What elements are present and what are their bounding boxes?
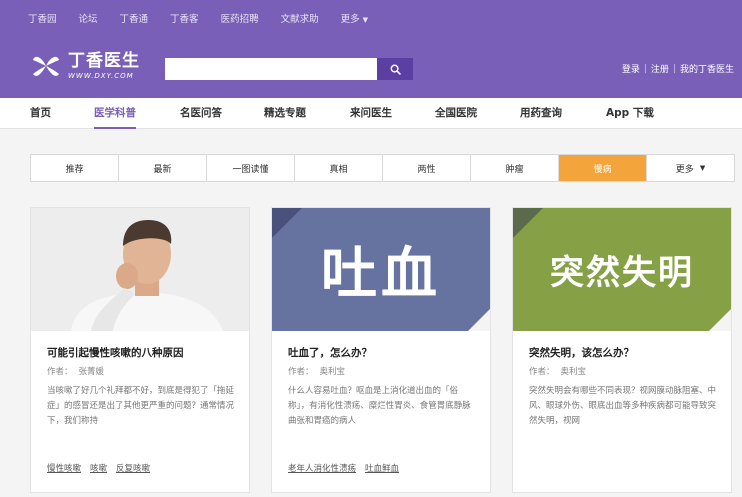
page-curl xyxy=(709,309,731,331)
article-tags: 老年人消化性溃疡 吐血鲜血 xyxy=(288,462,399,474)
login-link[interactable]: 登录 xyxy=(622,62,640,75)
nav-home[interactable]: 首页 xyxy=(30,98,51,129)
page-curl xyxy=(468,309,490,331)
author-name: 奥利宝 xyxy=(560,367,587,377)
banner-text: 吐血 xyxy=(321,242,441,307)
site-logo[interactable]: 丁香医生 WWW.DXY.COM xyxy=(30,50,140,82)
article-card[interactable]: 吐血 吐血了，怎么办？ 作者： 奥利宝 什么人容易吐血？呕血是上消化道出血的「俗称… xyxy=(271,207,491,493)
chevron-down-icon: ▼ xyxy=(699,164,706,172)
article-title[interactable]: 突然失明，该怎么办？ xyxy=(529,345,634,360)
tab-truth[interactable]: 真相 xyxy=(295,155,383,181)
author-name: 奥利宝 xyxy=(319,367,346,377)
topnav-literature[interactable]: 文献求助 xyxy=(281,11,319,25)
article-author: 作者： 奥利宝 xyxy=(529,365,586,377)
tab-tumor[interactable]: 肿瘤 xyxy=(471,155,559,181)
nav-hospitals[interactable]: 全国医院 xyxy=(435,98,477,129)
article-card[interactable]: 可能引起慢性咳嗽的八种原因 作者： 张菁媛 当咳嗽了好几个礼拜都不好，到底是得犯了… xyxy=(30,207,250,493)
nav-medical-science[interactable]: 医学科普 xyxy=(94,98,136,129)
nav-doctor-qa[interactable]: 名医问答 xyxy=(180,98,222,129)
topnav-dxy[interactable]: 丁香园 xyxy=(28,11,57,25)
article-image xyxy=(31,208,249,331)
author-name: 张菁媛 xyxy=(78,367,105,377)
banner-corner xyxy=(272,208,302,238)
topnav-more[interactable]: 更多 ▼ xyxy=(341,11,368,25)
nav-ask-doctor[interactable]: 来问医生 xyxy=(350,98,392,129)
nav-app-download[interactable]: App 下载 xyxy=(606,98,654,129)
tab-infographic[interactable]: 一图读懂 xyxy=(207,155,295,181)
top-nav: 丁香园 论坛 丁香通 丁香客 医药招聘 文献求助 更多 ▼ xyxy=(28,0,368,36)
tab-more[interactable]: 更多 ▼ xyxy=(647,155,734,181)
article-author: 作者： 张菁媛 xyxy=(47,365,104,377)
divider: | xyxy=(643,63,647,74)
tab-sexual-health[interactable]: 两性 xyxy=(383,155,471,181)
tab-recommended[interactable]: 推荐 xyxy=(31,155,119,181)
top-bar: 丁香园 论坛 丁香通 丁香客 医药招聘 文献求助 更多 ▼ xyxy=(0,0,742,36)
my-dxy-link[interactable]: 我的丁香医生 xyxy=(680,62,734,75)
article-title[interactable]: 吐血了，怎么办？ xyxy=(288,345,372,360)
topnav-more-label: 更多 xyxy=(340,14,360,25)
article-summary: 什么人容易吐血？呕血是上消化道出血的「俗称」，有消化性溃疡、糜烂性胃炎、食管胃底… xyxy=(288,386,471,426)
tag-link[interactable]: 老年人消化性溃疡 xyxy=(288,462,356,474)
tab-chronic-disease[interactable]: 慢病 xyxy=(559,155,647,181)
author-label: 作者： xyxy=(47,367,73,377)
topnav-forum[interactable]: 论坛 xyxy=(79,11,98,25)
site-header: 丁香医生 WWW.DXY.COM 登录 | 注册 | 我的丁香医生 xyxy=(0,36,742,98)
search-icon xyxy=(390,64,401,75)
article-banner: 吐血 xyxy=(272,208,490,331)
category-tabs: 推荐 最新 一图读懂 真相 两性 肿瘤 慢病 更多 ▼ xyxy=(30,154,735,182)
account-links: 登录 | 注册 | 我的丁香医生 xyxy=(622,62,734,76)
divider: | xyxy=(672,63,676,74)
logo-url: WWW.DXY.COM xyxy=(68,72,134,80)
tab-latest[interactable]: 最新 xyxy=(119,155,207,181)
register-link[interactable]: 注册 xyxy=(651,62,669,75)
clove-logo-icon xyxy=(33,56,59,76)
topnav-jobs[interactable]: 医药招聘 xyxy=(221,11,259,25)
tag-link[interactable]: 反复咳嗽 xyxy=(116,462,150,474)
author-label: 作者： xyxy=(529,367,555,377)
article-summary: 当咳嗽了好几个礼拜都不好，到底是得犯了「拖延症」的感冒还是出了其他更严重的问题？… xyxy=(47,386,235,426)
article-banner: 突然失明 xyxy=(513,208,731,331)
banner-text: 突然失明 xyxy=(550,253,694,293)
tag-link[interactable]: 咳嗽 xyxy=(90,462,107,474)
nav-drug-query[interactable]: 用药查询 xyxy=(520,98,562,129)
chevron-down-icon: ▼ xyxy=(362,16,368,24)
search-button[interactable] xyxy=(377,58,413,80)
banner-corner xyxy=(513,208,543,238)
article-author: 作者： 奥利宝 xyxy=(288,365,345,377)
topnav-dxt[interactable]: 丁香通 xyxy=(120,11,149,25)
article-summary: 突然失明会有哪些不同表现？视网膜动脉阻塞、中风、眼球外伤、眼底出血等多种疾病都可… xyxy=(529,386,717,426)
tag-link[interactable]: 慢性咳嗽 xyxy=(47,462,81,474)
search-input[interactable] xyxy=(165,58,377,80)
article-title[interactable]: 可能引起慢性咳嗽的八种原因 xyxy=(47,345,184,360)
article-tags: 慢性咳嗽 咳嗽 反复咳嗽 xyxy=(47,462,150,474)
search-bar xyxy=(165,58,413,80)
tag-link[interactable]: 吐血鲜血 xyxy=(365,462,399,474)
tab-more-label: 更多 xyxy=(675,164,694,175)
man-coughing-photo xyxy=(31,208,249,331)
logo-name: 丁香医生 xyxy=(68,51,140,71)
main-nav: 首页 医学科普 名医问答 精选专题 来问医生 全国医院 用药查询 App 下载 xyxy=(0,98,742,129)
author-label: 作者： xyxy=(288,367,314,377)
topnav-dxk[interactable]: 丁香客 xyxy=(170,11,199,25)
article-card[interactable]: 突然失明 突然失明，该怎么办？ 作者： 奥利宝 突然失明会有哪些不同表现？视网膜动… xyxy=(512,207,732,493)
nav-featured-topics[interactable]: 精选专题 xyxy=(264,98,306,129)
